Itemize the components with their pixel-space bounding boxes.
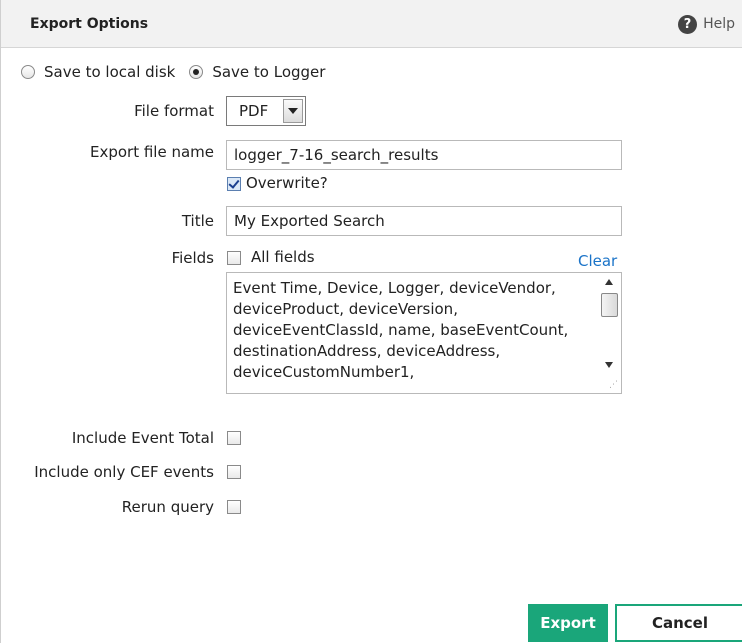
overwrite-checkbox[interactable] [227, 177, 241, 191]
rerun-query-label: Rerun query [121, 498, 214, 516]
fields-textarea-content: Event Time, Device, Logger, deviceVendor… [233, 278, 595, 383]
fields-label: Fields [171, 249, 214, 267]
radio-label: Save to Logger [212, 63, 326, 81]
fields-line: Event Time, Device, Logger, deviceVendor… [233, 279, 556, 297]
title-label: Title [181, 212, 214, 230]
scroll-down-arrow-icon[interactable] [605, 362, 613, 368]
destination-radio-group: Save to local disk Save to Logger [21, 60, 339, 84]
export-options-dialog: Export Options ? Help Save to local disk… [0, 0, 742, 643]
rerun-query-checkbox[interactable] [227, 500, 241, 514]
all-fields-checkbox[interactable] [227, 251, 241, 265]
file-format-value: PDF [239, 102, 269, 120]
dropdown-arrow-icon[interactable] [283, 99, 303, 123]
fields-scrollbar[interactable] [601, 276, 618, 372]
fields-textarea[interactable]: Event Time, Device, Logger, deviceVendor… [226, 272, 622, 394]
scroll-up-arrow-icon[interactable] [605, 279, 613, 285]
include-only-cef-checkbox[interactable] [227, 465, 241, 479]
radio-save-local-disk[interactable]: Save to local disk [21, 63, 175, 81]
radio-button-selected[interactable] [189, 65, 204, 79]
radio-save-to-logger[interactable]: Save to Logger [189, 63, 325, 81]
file-format-select[interactable]: PDF [226, 96, 306, 126]
include-event-total-checkbox[interactable] [227, 431, 241, 445]
help-label: Help [703, 16, 735, 32]
file-format-label: File format [134, 102, 214, 120]
fields-line: deviceProduct, deviceVersion, [233, 300, 458, 318]
dialog-title: Export Options [30, 16, 149, 32]
include-only-cef-label: Include only CEF events [34, 463, 214, 481]
title-input[interactable] [226, 206, 622, 236]
clear-fields-link[interactable]: Clear [578, 252, 617, 270]
cancel-button[interactable]: Cancel [615, 604, 742, 642]
resize-grip-icon[interactable]: ⋰ [609, 381, 618, 390]
radio-label: Save to local disk [44, 63, 176, 81]
dialog-header: Export Options ? Help [1, 0, 742, 48]
export-button[interactable]: Export [528, 604, 608, 642]
export-file-name-label: Export file name [89, 143, 214, 161]
overwrite-label: Overwrite? [246, 174, 328, 192]
all-fields-label: All fields [251, 248, 315, 266]
include-event-total-label: Include Event Total [71, 429, 214, 447]
question-circle-icon: ? [678, 14, 698, 34]
fields-line: deviceEventClassId, name, baseEventCount… [233, 321, 569, 339]
radio-button[interactable] [21, 65, 35, 79]
export-file-name-input[interactable] [226, 140, 622, 170]
fields-line: destinationAddress, deviceAddress, [233, 342, 501, 360]
help-link[interactable]: ? Help [678, 14, 735, 34]
scrollbar-thumb[interactable] [601, 293, 618, 317]
fields-line: deviceCustomNumber1, [233, 363, 415, 381]
